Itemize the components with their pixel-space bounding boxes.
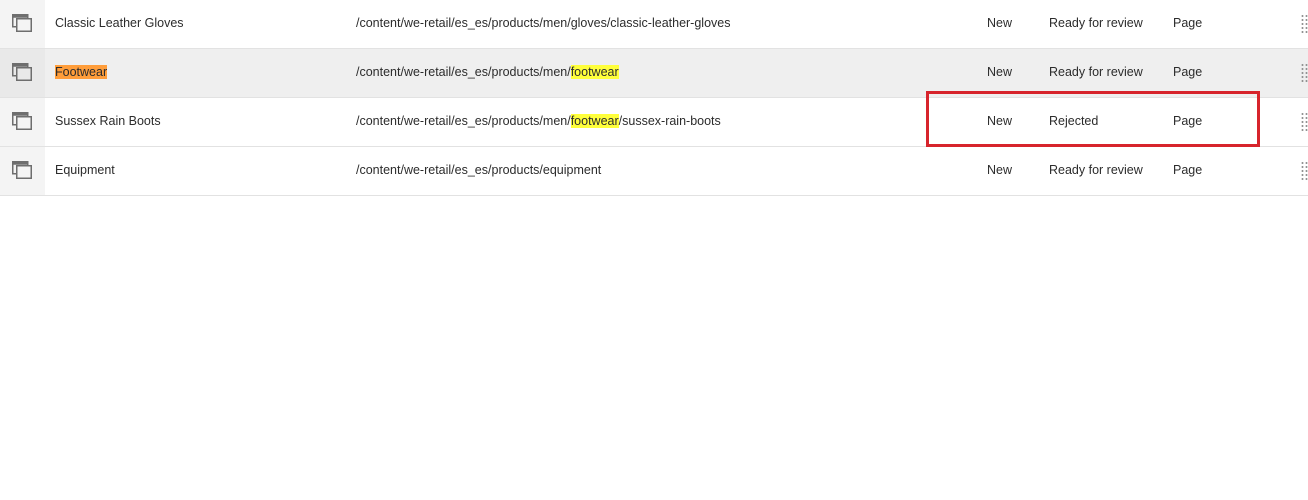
- row-type: Page: [1173, 163, 1203, 177]
- page-icon: [12, 112, 32, 130]
- row-translation-status: New: [987, 114, 1013, 128]
- row-title: Classic Leather Gloves: [55, 0, 184, 48]
- row-thumbnail[interactable]: [0, 49, 45, 97]
- title-text: Sussex Rain Boots: [55, 114, 161, 128]
- path-search-match: footwear: [570, 114, 619, 128]
- row-workflow-status: Ready for review: [1049, 65, 1143, 79]
- title-text: Classic Leather Gloves: [55, 16, 184, 30]
- path-text: /content/we-retail/es_es/products/men/gl…: [356, 16, 731, 30]
- row-workflow-status: Ready for review: [1049, 16, 1143, 30]
- row-type: Page: [1173, 16, 1203, 30]
- path-text: /content/we-retail/es_es/products/equipm…: [356, 163, 602, 177]
- row-translation-status: New: [987, 65, 1013, 79]
- row-path: /content/we-retail/es_es/products/men/gl…: [356, 0, 730, 48]
- list-row[interactable]: Footwear /content/we-retail/es_es/produc…: [0, 49, 1308, 98]
- drag-handle-icon[interactable]: [1301, 63, 1308, 83]
- page-icon: [12, 63, 32, 81]
- list-row[interactable]: Classic Leather Gloves /content/we-retai…: [0, 0, 1308, 49]
- row-thumbnail[interactable]: [0, 0, 45, 48]
- path-text-suffix: /sussex-rain-boots: [618, 114, 721, 128]
- row-path: /content/we-retail/es_es/products/men/fo…: [356, 98, 721, 146]
- row-thumbnail[interactable]: [0, 147, 45, 195]
- translation-job-page: Classic Leather Gloves /content/we-retai…: [0, 0, 1308, 500]
- row-title: Equipment: [55, 147, 115, 195]
- row-workflow-status: Ready for review: [1049, 163, 1143, 177]
- drag-handle-icon[interactable]: [1301, 14, 1308, 34]
- row-translation-status: New: [987, 163, 1013, 177]
- drag-handle-icon[interactable]: [1301, 112, 1308, 132]
- row-translation-status: New: [987, 16, 1013, 30]
- row-type: Page: [1173, 65, 1203, 79]
- row-type: Page: [1173, 114, 1203, 128]
- row-path: /content/we-retail/es_es/products/men/fo…: [356, 49, 619, 97]
- row-thumbnail[interactable]: [0, 98, 45, 146]
- title-text: Equipment: [55, 163, 115, 177]
- row-workflow-status: Rejected: [1049, 114, 1099, 128]
- row-path: /content/we-retail/es_es/products/equipm…: [356, 147, 601, 195]
- drag-handle-icon[interactable]: [1301, 161, 1308, 181]
- row-title: Footwear: [55, 49, 108, 97]
- path-text: /content/we-retail/es_es/products/men/: [356, 65, 571, 79]
- translation-item-list: Classic Leather Gloves /content/we-retai…: [0, 0, 1308, 196]
- path-search-match: footwear: [570, 65, 619, 79]
- title-text-highlighted: Footwear: [55, 65, 108, 79]
- page-icon: [12, 161, 32, 179]
- row-title: Sussex Rain Boots: [55, 98, 161, 146]
- list-row[interactable]: Sussex Rain Boots /content/we-retail/es_…: [0, 98, 1308, 147]
- page-icon: [12, 14, 32, 32]
- path-text: /content/we-retail/es_es/products/men/: [356, 114, 571, 128]
- list-row[interactable]: Equipment /content/we-retail/es_es/produ…: [0, 147, 1308, 196]
